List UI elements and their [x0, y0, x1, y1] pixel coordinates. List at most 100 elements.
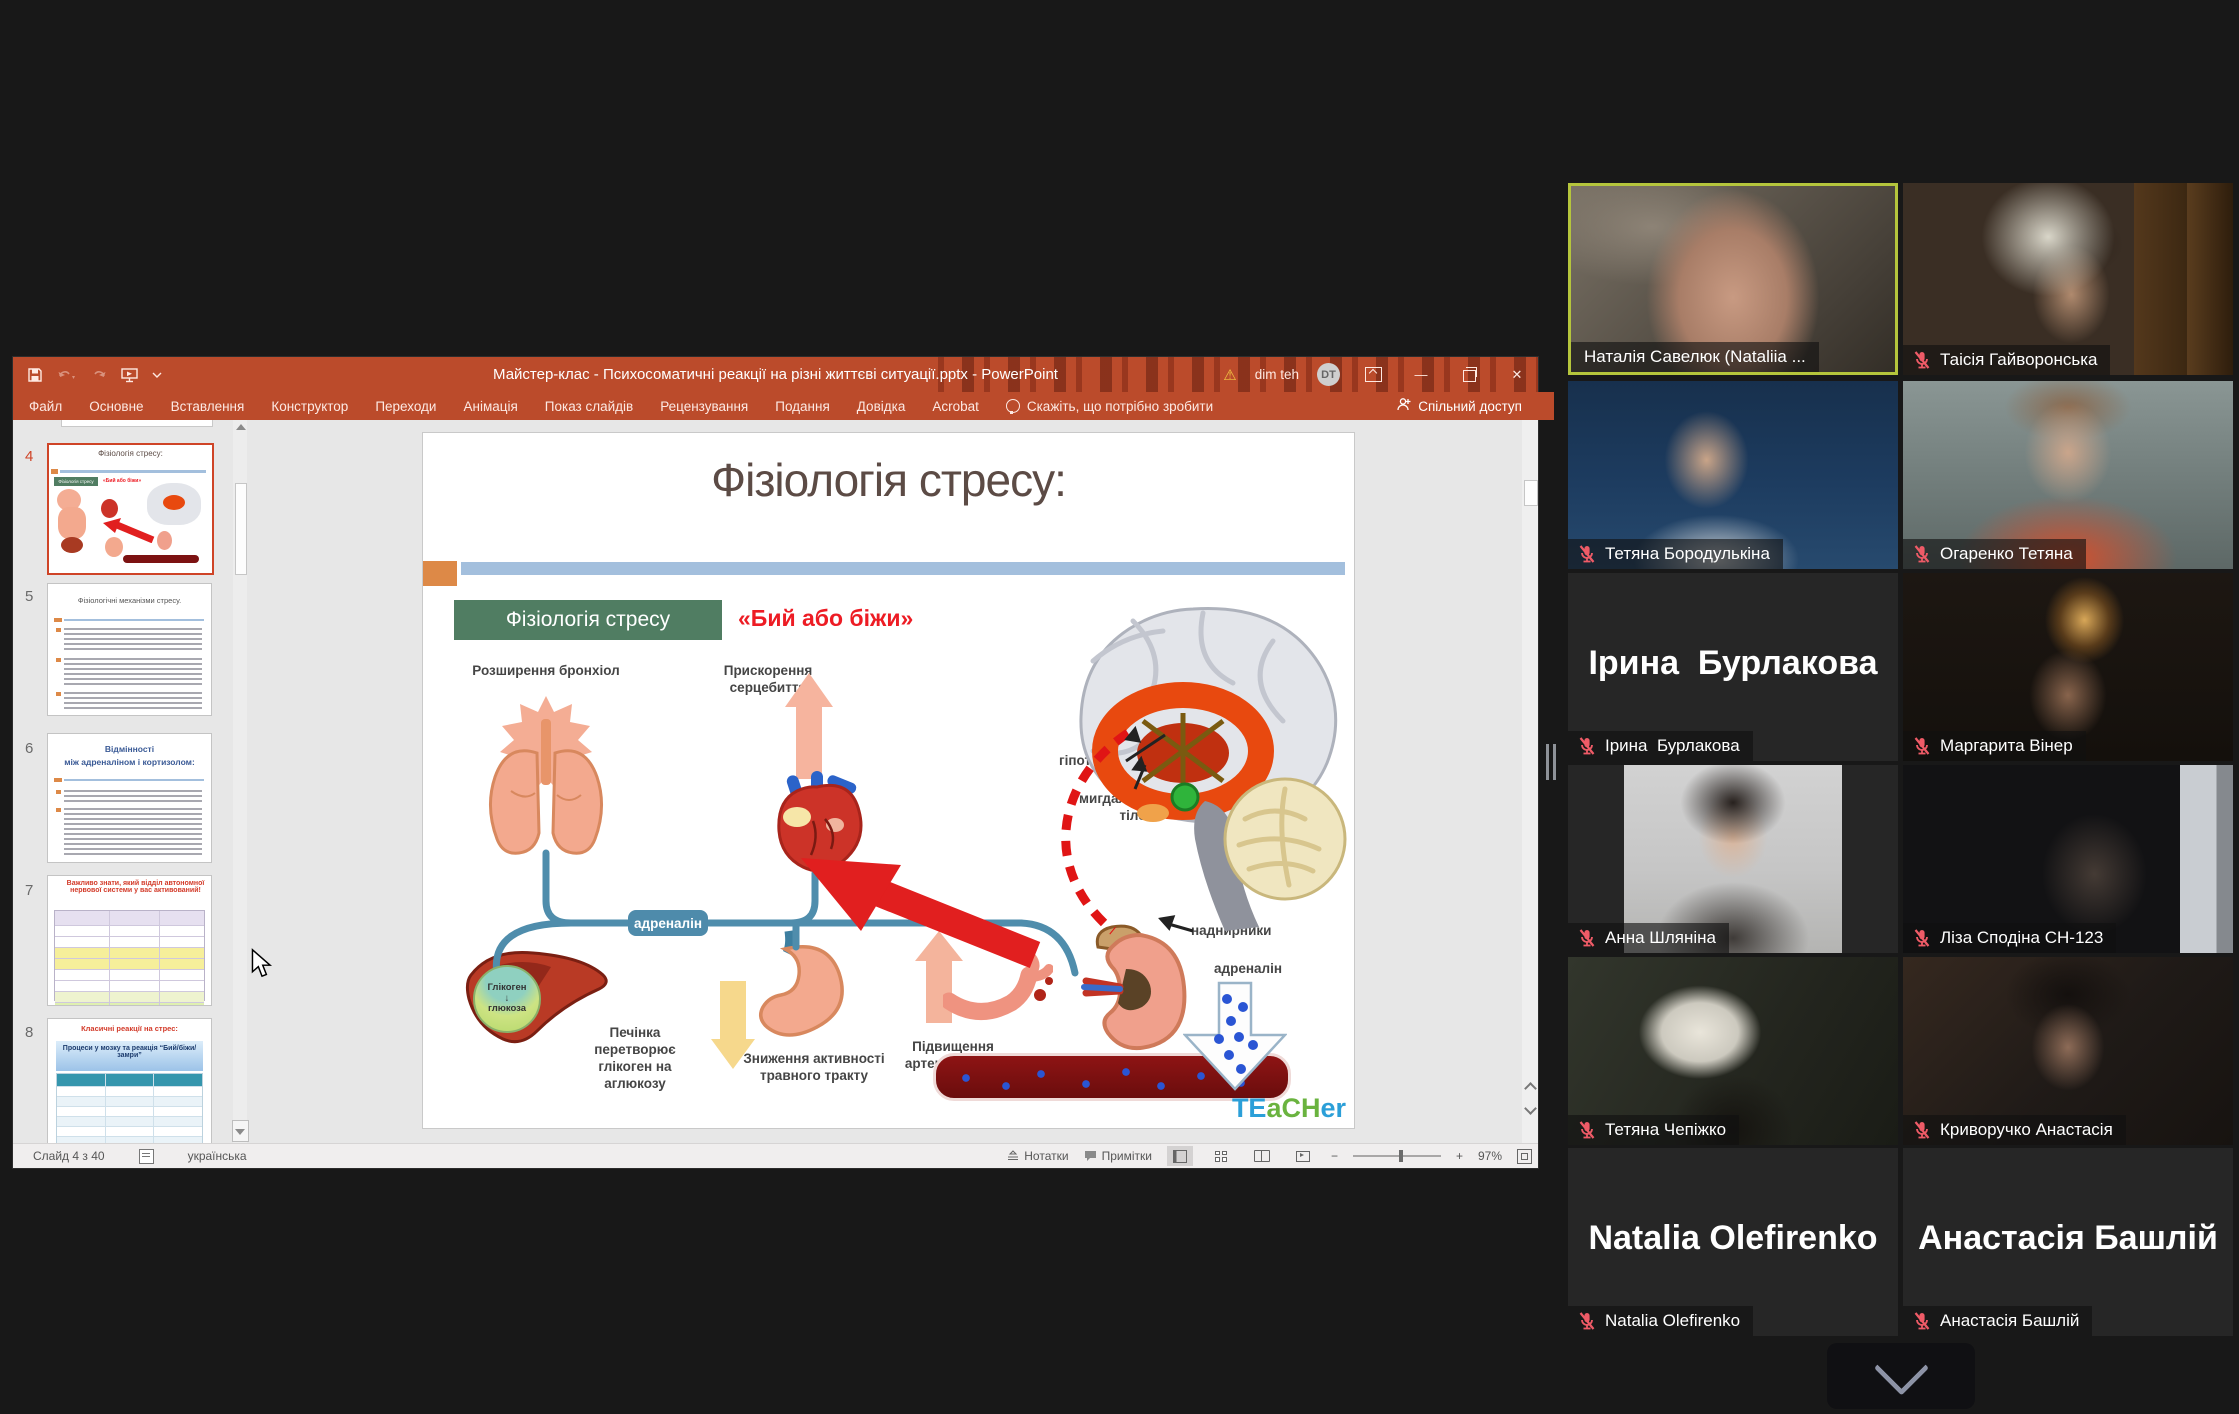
participant-tile[interactable]: Ліза Сподіна СН-123 — [1903, 765, 2233, 953]
slide-sorter-view-button[interactable] — [1208, 1146, 1234, 1166]
tab-review[interactable]: Рецензування — [660, 399, 748, 414]
slide-6-thumbnail[interactable]: Відмінності між адреналіном і кортизолом… — [47, 733, 212, 863]
muted-mic-icon — [1577, 1120, 1597, 1140]
language-indicator[interactable]: українська — [188, 1149, 247, 1163]
slide-3-thumbnail-partial[interactable] — [61, 420, 213, 427]
participant-name-label: Маргарита Вінер — [1903, 731, 2086, 761]
slide-8-thumbnail[interactable]: Класичні реакції на стрес: Процеси у моз… — [47, 1018, 212, 1143]
ribbon-display-options-button[interactable] — [1358, 362, 1388, 388]
participant-tile[interactable]: Анастасія Башлій Анастасія Башлій — [1903, 1148, 2233, 1336]
tab-acrobat[interactable]: Acrobat — [932, 399, 979, 414]
participant-tile[interactable]: Криворучко Анастасія — [1903, 957, 2233, 1145]
zoom-in-button[interactable]: + — [1456, 1149, 1463, 1163]
participant-tile[interactable]: Natalia Olefirenko Natalia Olefirenko — [1568, 1148, 1898, 1336]
slide-counter: Слайд 4 з 40 — [33, 1149, 105, 1163]
meeting-screen: Майстер-клас - Психосоматичні реакції на… — [0, 0, 2239, 1414]
restore-button[interactable] — [1454, 362, 1484, 388]
titlebar: Майстер-клас - Психосоматичні реакції на… — [13, 357, 1538, 392]
participant-tile[interactable]: Анна Шляніна — [1568, 765, 1898, 953]
tab-insert[interactable]: Вставлення — [171, 399, 245, 414]
muted-mic-icon — [1912, 350, 1932, 370]
slide-5-thumbnail[interactable]: Фізіологічні механізми стресу. — [47, 583, 212, 716]
qat-customize-chevron-icon[interactable] — [152, 372, 162, 378]
minimize-button[interactable]: — — [1406, 362, 1436, 388]
previous-slide-button[interactable] — [1522, 1075, 1538, 1098]
tell-me-box[interactable]: Скажіть, що потрібно зробити — [1006, 399, 1213, 414]
normal-view-button[interactable] — [1167, 1146, 1193, 1166]
participant-name-label: Ліза Сподіна СН-123 — [1903, 923, 2116, 953]
tab-transitions[interactable]: Переходи — [375, 399, 436, 414]
save-icon[interactable] — [27, 367, 43, 383]
muted-mic-icon — [1912, 1120, 1932, 1140]
slide-6-number: 6 — [25, 740, 33, 757]
window-resize-handle[interactable] — [1546, 744, 1558, 780]
muted-mic-icon — [1912, 1311, 1932, 1331]
notes-toggle[interactable]: Нотатки — [1007, 1149, 1068, 1163]
participant-tile[interactable]: Таісія Гайворонська — [1903, 183, 2233, 375]
participant-name-label: Анна Шляніна — [1568, 923, 1729, 953]
participant-name-label: Огаренко Тетяна — [1903, 539, 2086, 569]
zoom-out-button[interactable]: − — [1331, 1149, 1338, 1163]
slide-8-number: 8 — [25, 1024, 33, 1041]
participant-tile[interactable]: Тетяна Бородулькіна — [1568, 381, 1898, 569]
participant-name-label: Тетяна Чепіжко — [1568, 1115, 1739, 1145]
slide-thumbnail-pane: 4 Фізіологія стресу: Фізіологія стресу «… — [13, 420, 247, 1144]
teacher-logo: TEaCHer — [1232, 1093, 1346, 1124]
undo-icon[interactable] — [57, 368, 77, 382]
participant-display-name: Natalia Olefirenko — [1568, 1219, 1898, 1258]
scroll-up-arrow-icon[interactable] — [236, 424, 246, 430]
participant-name-label: Анастасія Башлій — [1903, 1306, 2092, 1336]
fit-to-window-button[interactable] — [1517, 1149, 1532, 1164]
muted-mic-icon — [1912, 928, 1932, 948]
thumbnail-scrollbar-thumb[interactable] — [235, 483, 247, 575]
spellcheck-icon[interactable] — [139, 1149, 154, 1164]
tab-home[interactable]: Основне — [89, 399, 143, 414]
more-participants-button[interactable] — [1827, 1343, 1975, 1409]
muted-mic-icon — [1577, 928, 1597, 948]
tab-animations[interactable]: Анімація — [463, 399, 517, 414]
tab-help[interactable]: Довідка — [857, 399, 906, 414]
zoom-level[interactable]: 97% — [1478, 1149, 1502, 1163]
slide-canvas[interactable]: Фізіологія стресу: Фізіологія стресу «Би… — [423, 433, 1354, 1128]
mini-table — [54, 910, 205, 1001]
zoom-slider[interactable] — [1353, 1155, 1441, 1157]
slideshow-view-button[interactable] — [1290, 1146, 1316, 1166]
slide-scrollbar[interactable] — [1522, 420, 1538, 1144]
start-slideshow-icon[interactable] — [121, 367, 138, 383]
tab-view[interactable]: Подання — [775, 399, 830, 414]
next-slide-button[interactable] — [1522, 1098, 1538, 1121]
account-name[interactable]: dim teh — [1255, 367, 1299, 382]
slide-4-thumbnail[interactable]: Фізіологія стресу: Фізіологія стресу «Би… — [47, 443, 214, 575]
reading-view-button[interactable] — [1249, 1146, 1275, 1166]
slide-7-thumbnail[interactable]: Важливо знати, який відділ автономної не… — [47, 875, 212, 1006]
notes-icon — [1007, 1150, 1019, 1162]
redo-icon[interactable] — [91, 368, 107, 382]
comments-icon — [1084, 1150, 1097, 1162]
participant-tile[interactable]: Наталія Савелюк (Nataliia ... — [1568, 183, 1898, 375]
slide-scrollbar-thumb[interactable] — [1524, 480, 1538, 506]
share-button[interactable]: Спільний доступ — [1396, 392, 1522, 420]
glycogen-glucose-circle: Глікоген↓глюкоза — [473, 965, 541, 1033]
lightbulb-icon — [1006, 399, 1020, 413]
warning-icon[interactable]: ⚠ — [1223, 366, 1236, 384]
participant-tile[interactable]: Ірина Бурлакова Ірина Бурлакова — [1568, 573, 1898, 761]
tab-file[interactable]: Файл — [29, 399, 62, 414]
participant-tile[interactable]: Маргарита Вінер — [1903, 573, 2233, 761]
add-person-icon — [1396, 397, 1411, 415]
comments-toggle[interactable]: Примітки — [1084, 1149, 1152, 1163]
mini-red-arrow — [101, 517, 157, 543]
muted-mic-icon — [1577, 1311, 1597, 1331]
zoom-slider-thumb[interactable] — [1399, 1150, 1403, 1162]
participant-tile[interactable]: Тетяна Чепіжко — [1568, 957, 1898, 1145]
tab-slideshow[interactable]: Показ слайдів — [545, 399, 633, 414]
participant-name-label: Таісія Гайворонська — [1903, 345, 2110, 375]
mouse-cursor — [251, 948, 273, 978]
participant-name-label: Тетяна Бородулькіна — [1568, 539, 1783, 569]
participant-tile[interactable]: Огаренко Тетяна — [1903, 381, 2233, 569]
thumbnail-scroll-down-button[interactable] — [232, 1120, 249, 1142]
adrenaline-release-arrow — [1183, 981, 1287, 1091]
thumbnail-scrollbar[interactable] — [233, 420, 247, 1144]
tab-design[interactable]: Конструктор — [271, 399, 348, 414]
account-avatar[interactable]: DT — [1317, 363, 1340, 386]
close-button[interactable]: ✕ — [1502, 362, 1532, 388]
